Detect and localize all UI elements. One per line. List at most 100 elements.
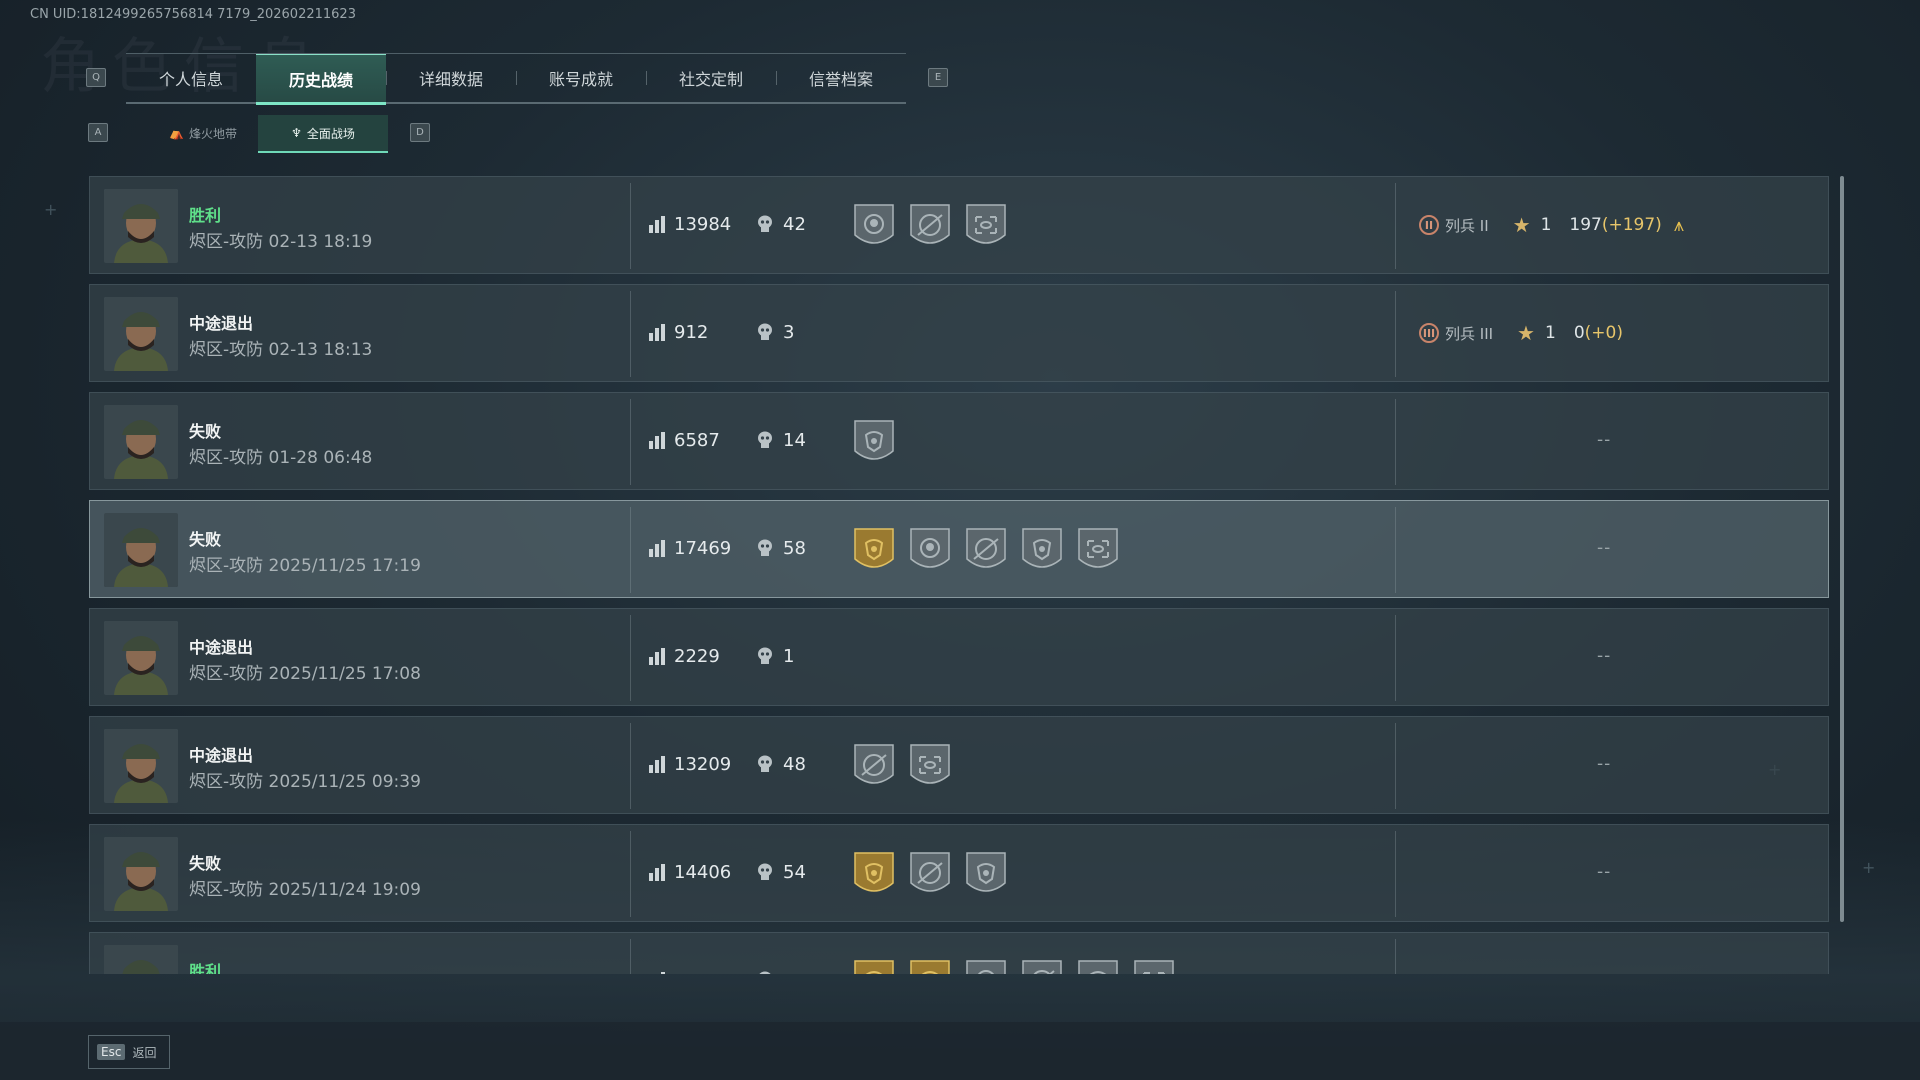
uid-label: CN UID:1812499265756814 7179_20260221162… (30, 7, 356, 22)
skull-emblem-medal-icon[interactable] (964, 957, 1008, 974)
match-mode-time: 烬区-攻防 2025/11/25 09:39 (189, 772, 421, 792)
divider (1395, 831, 1396, 917)
subtab-next-key[interactable]: D (410, 123, 430, 142)
match-kills: 48 (783, 754, 806, 775)
match-row[interactable]: 中途退出 烬区-攻防 2025/11/25 17:08 2229 1 -- (89, 608, 1829, 706)
rank-info: III 列兵 III ★ 1 0(+0) (1419, 321, 1623, 345)
list-scrollbar[interactable] (1840, 176, 1844, 922)
operator-portrait (104, 837, 178, 911)
match-list: 胜利 烬区-攻防 02-13 18:19 13984 42 II 列兵 II ★ 1 197(+… (89, 176, 1831, 974)
crosshair-emblem-medal-icon[interactable] (1020, 957, 1064, 974)
match-score: 2229 (674, 646, 720, 667)
match-kills: 1 (783, 646, 795, 667)
skull-emblem-medal-icon[interactable] (852, 201, 896, 255)
gold-eagle-emblem-medal-icon[interactable] (852, 525, 896, 579)
divider (1395, 723, 1396, 809)
main-tabbar: 个人信息 历史战绩 详细数据 账号成就 社交定制 信誉档案 (126, 53, 906, 105)
operator-portrait (104, 945, 178, 974)
rank-name: 列兵 II (1445, 216, 1489, 235)
crosshair-emblem-medal-icon[interactable] (908, 201, 952, 255)
skull-icon (758, 863, 772, 880)
tab-achievements[interactable]: 账号成就 (516, 54, 646, 102)
match-row[interactable]: 胜利 烬区-攻防 02-13 18:19 13984 42 II 列兵 II ★ 1 197(+… (89, 176, 1829, 274)
skull-emblem-medal-icon[interactable] (908, 525, 952, 579)
scope-emblem-medal-icon[interactable] (1132, 957, 1176, 974)
rank-placeholder: -- (1597, 430, 1612, 450)
subtab-extraction[interactable]: ⛺ 烽火地带 (150, 115, 256, 151)
bar-chart-icon (649, 324, 665, 341)
match-row[interactable]: 中途退出 烬区-攻防 2025/11/25 09:39 13209 48 -- (89, 716, 1829, 814)
gold-eagle-emblem-medal-icon[interactable] (852, 849, 896, 903)
match-result: 中途退出 (189, 746, 254, 765)
bottom-bar (0, 1022, 1920, 1080)
promotion-chevron-icon: ⩚ (1673, 214, 1684, 236)
tab-personal-info[interactable]: 个人信息 (126, 54, 256, 102)
medal-list (852, 957, 1176, 974)
match-kills: 14 (783, 430, 806, 451)
match-kills: 3 (783, 322, 795, 343)
medal-list (852, 201, 1008, 255)
rank-stars: 1 (1544, 323, 1556, 343)
match-mode-time: 烬区-攻防 2025/11/24 19:09 (189, 880, 421, 900)
crosshair-emblem-medal-icon[interactable] (964, 525, 1008, 579)
crosshair-emblem-medal-icon[interactable] (852, 741, 896, 795)
tab-detailed-data[interactable]: 详细数据 (386, 54, 516, 102)
bar-chart-icon (649, 216, 665, 233)
trident-icon: ♆ (291, 126, 302, 140)
scope-emblem-medal-icon[interactable] (1076, 525, 1120, 579)
medal-list (852, 741, 952, 795)
scope-emblem-medal-icon[interactable] (964, 201, 1008, 255)
eagle-emblem-medal-icon[interactable] (852, 417, 896, 471)
rank-xp-value: 197 (1569, 215, 1602, 235)
rank-placeholder: -- (1597, 538, 1612, 558)
crosshair-emblem-medal-icon[interactable] (908, 849, 952, 903)
rank-stars: 1 (1540, 215, 1552, 235)
bar-chart-icon (661, 972, 665, 974)
bar-chart-icon (649, 756, 665, 773)
match-score: 13984 (674, 214, 732, 235)
gold-eagle-emblem-medal-icon[interactable] (852, 957, 896, 974)
match-score: 912 (674, 322, 709, 343)
match-kills: 42 (783, 214, 806, 235)
rank-xp-gain: (+0) (1584, 323, 1623, 343)
divider (630, 291, 631, 377)
match-score: 14406 (674, 862, 732, 883)
decor-plus: + (44, 200, 58, 219)
match-result: 中途退出 (189, 638, 254, 657)
match-row[interactable]: 中途退出 烬区-攻防 02-13 18:13 912 3 III 列兵 III ★ 1 0(+0… (89, 284, 1829, 382)
back-button[interactable]: Esc 返回 (88, 1035, 170, 1069)
match-mode-time: 烬区-攻防 02-13 18:19 (189, 232, 373, 252)
match-row[interactable]: 失败 烬区-攻防 01-28 06:48 6587 14 -- (89, 392, 1829, 490)
eagle-emblem-medal-icon[interactable] (964, 849, 1008, 903)
divider (1395, 507, 1396, 593)
gold-eagle-emblem-medal-icon[interactable] (908, 957, 952, 974)
tab-match-history[interactable]: 历史战绩 (256, 54, 386, 105)
skull-icon (758, 431, 772, 448)
tab-prev-key[interactable]: Q (86, 68, 106, 87)
operator-portrait (104, 405, 178, 479)
operator-portrait (104, 513, 178, 587)
bar-chart-icon (649, 432, 665, 449)
match-row[interactable]: 失败 烬区-攻防 2025/11/25 17:19 17469 58 -- (89, 500, 1829, 598)
match-result: 胜利 (189, 206, 222, 225)
skull-icon (758, 647, 772, 664)
subtab-warfare[interactable]: ♆ 全面战场 (258, 115, 388, 153)
tab-next-key[interactable]: E (928, 68, 948, 87)
back-label: 返回 (132, 1045, 157, 1060)
match-result: 胜利 (189, 962, 222, 974)
divider (630, 183, 631, 269)
tab-social-custom[interactable]: 社交定制 (646, 54, 776, 102)
subtab-prev-key[interactable]: A (88, 123, 108, 142)
eagle-emblem-medal-icon[interactable] (1076, 957, 1120, 974)
eagle-emblem-medal-icon[interactable] (1020, 525, 1064, 579)
skull-icon (758, 215, 772, 232)
operator-portrait (104, 729, 178, 803)
match-kills: 58 (783, 538, 806, 559)
match-row[interactable]: 胜利 (89, 932, 1829, 974)
tab-credit-record[interactable]: 信誉档案 (776, 54, 906, 102)
match-row[interactable]: 失败 烬区-攻防 2025/11/24 19:09 14406 54 -- (89, 824, 1829, 922)
scope-emblem-medal-icon[interactable] (908, 741, 952, 795)
operator-portrait (104, 297, 178, 371)
rank-xp-gain: (+197) (1601, 215, 1662, 235)
rank-placeholder: -- (1597, 754, 1612, 774)
